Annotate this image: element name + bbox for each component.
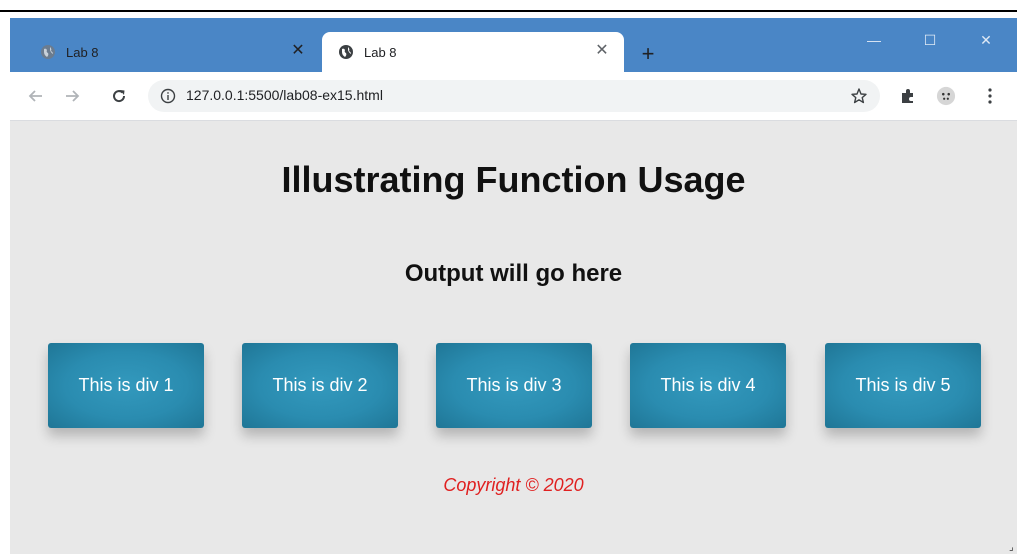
copyright-text: Copyright © 2020 [443, 475, 584, 495]
globe-icon [40, 44, 56, 60]
plus-icon[interactable]: + [638, 43, 658, 65]
close-tab-icon[interactable]: ✕ [594, 43, 610, 59]
top-rule [0, 10, 1017, 12]
forward-icon[interactable] [60, 84, 84, 108]
close-window-button[interactable]: ✕ [963, 28, 1009, 52]
div-box-4[interactable]: This is div 4 [630, 343, 786, 428]
browser-toolbar: 127.0.0.1:5500/lab08-ex15.html [10, 72, 1017, 121]
star-icon[interactable] [850, 87, 868, 105]
div-box-3[interactable]: This is div 3 [436, 343, 592, 428]
div-box-2[interactable]: This is div 2 [242, 343, 398, 428]
div-box-1[interactable]: This is div 1 [48, 343, 204, 428]
page-title: Illustrating Function Usage [281, 159, 746, 200]
menu-icon[interactable] [980, 86, 1000, 106]
output-text: Output will go here [404, 260, 623, 287]
div-box-5[interactable]: This is div 5 [825, 343, 981, 428]
close-tab-icon[interactable]: ✕ [290, 43, 306, 59]
tab-strip: Lab 8 ✕ Lab 8 ✕ + — ☐ ✕ [10, 18, 1017, 72]
page-content: Illustrating Function Usage Output will … [10, 121, 1017, 554]
url-text: 127.0.0.1:5500/lab08-ex15.html [186, 87, 383, 103]
maximize-button[interactable]: ☐ [907, 28, 953, 52]
address-bar[interactable]: 127.0.0.1:5500/lab08-ex15.html [148, 80, 880, 112]
browser-window: Lab 8 ✕ Lab 8 ✕ + — ☐ ✕ 127.0.0.1:5500/l… [10, 18, 1017, 554]
globe-icon [338, 44, 354, 60]
tab-lab8-active[interactable]: Lab 8 ✕ [322, 32, 624, 72]
info-icon[interactable] [160, 88, 176, 104]
extensions-icon[interactable] [898, 86, 918, 106]
profile-icon[interactable] [936, 86, 956, 106]
back-icon[interactable] [24, 84, 48, 108]
tab-lab8-inactive[interactable]: Lab 8 ✕ [28, 32, 320, 72]
tab-title: Lab 8 [364, 44, 397, 60]
resize-corner-icon: ⌟ [1009, 542, 1014, 553]
reload-icon[interactable] [107, 84, 131, 108]
tab-title: Lab 8 [66, 44, 99, 60]
minimize-button[interactable]: — [851, 28, 897, 52]
